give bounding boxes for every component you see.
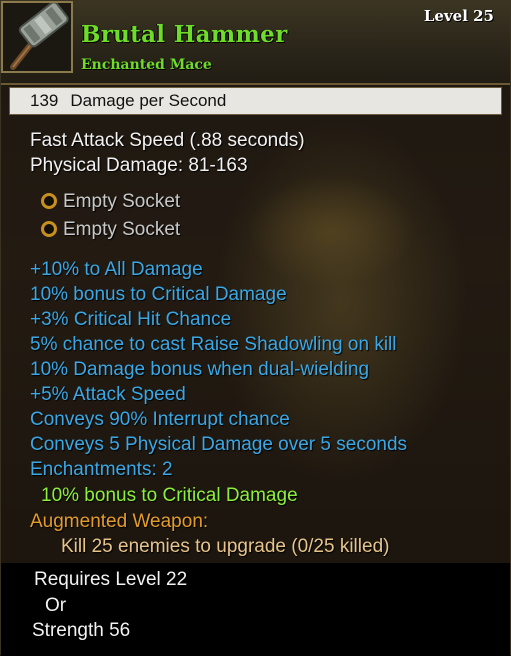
item-type: Enchanted Mace [81,57,212,73]
affix-line: +5% Attack Speed [30,384,186,405]
physical-damage: Physical Damage: 81-163 [30,155,248,176]
dps-value: 139 [30,91,59,110]
socket-label: Empty Socket [63,191,181,212]
item-icon-slot[interactable] [1,1,73,73]
item-level: Level 25 [423,7,494,25]
socket-slot[interactable]: Empty Socket [41,219,180,241]
augment-progress: Kill 25 enemies to upgrade (0/25 killed) [61,536,390,557]
requirement-or: Or [45,595,67,616]
enchantments-count: Enchantments: 2 [30,459,173,480]
required-strength: Strength 56 [32,620,131,641]
socket-label: Empty Socket [63,219,181,240]
enchantment-line: 10% bonus to Critical Damage [41,485,298,506]
dps-bar: 139 Damage per Second [9,87,502,115]
socket-slot[interactable]: Empty Socket [41,191,180,213]
socket-ring-icon [41,193,57,209]
affix-line: Conveys 5 Physical Damage over 5 seconds [30,434,408,455]
affix-line: 10% Damage bonus when dual-wielding [30,359,370,380]
item-name: Brutal Hammer [81,21,288,48]
affix-line: Conveys 90% Interrupt chance [30,409,290,430]
required-level: Requires Level 22 [34,569,188,590]
item-tooltip: Brutal Hammer Enchanted Mace Level 25 13… [0,0,511,656]
socket-ring-icon [41,221,57,237]
hammer-icon [3,3,71,71]
augmented-label: Augmented Weapon: [30,511,209,532]
affix-line: +10% to All Damage [30,259,203,280]
tooltip-header: Brutal Hammer Enchanted Mace Level 25 [1,1,510,85]
affix-line: +3% Critical Hit Chance [30,309,232,330]
affix-line: 10% bonus to Critical Damage [30,284,287,305]
affix-line: 5% chance to cast Raise Shadowling on ki… [30,334,397,355]
requirements-panel: Requires Level 22 Or Strength 56 [1,563,510,656]
attack-speed: Fast Attack Speed (.88 seconds) [30,130,305,151]
dps-label: Damage per Second [70,91,227,110]
